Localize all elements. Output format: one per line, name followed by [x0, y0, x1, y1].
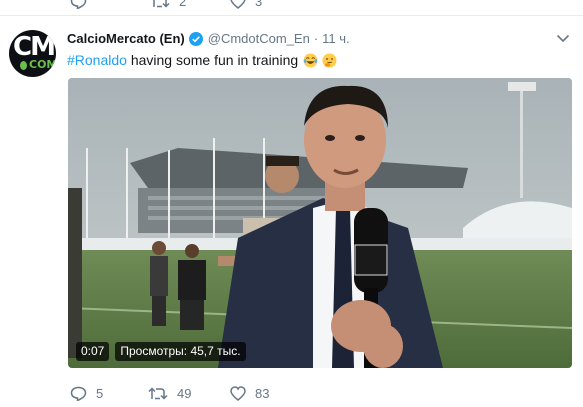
verified-badge-icon: [188, 31, 203, 46]
tweet-body-text: having some fun in training: [126, 52, 299, 68]
previous-retweet-count: 2: [179, 0, 187, 9]
reply-icon: [70, 0, 87, 9]
video-frame-image: [68, 78, 572, 368]
tweet-timestamp[interactable]: 11 ч.: [322, 31, 350, 46]
previous-like-button[interactable]: 3: [230, 0, 262, 9]
previous-like-count: 3: [255, 0, 263, 9]
retweet-button[interactable]: 49: [148, 386, 191, 401]
tweet-text: #Ronaldo having some fun in training: [67, 51, 337, 69]
header-separator: ·: [313, 31, 319, 46]
hashtag-link[interactable]: #Ronaldo: [67, 51, 127, 69]
laughing-emoji-icon: [303, 53, 318, 67]
reply-count: 5: [96, 386, 104, 401]
author-name[interactable]: CalcioMercato (En): [67, 31, 185, 46]
video-overlay: 0:07 Просмотры: 45,7 тыс.: [76, 342, 246, 361]
avatar-logo-dot: [20, 61, 27, 70]
previous-tweet-actions: 2 3: [0, 0, 583, 16]
previous-retweet-button[interactable]: 2: [150, 0, 186, 9]
video-duration-badge: 0:07: [76, 342, 110, 361]
video-views-badge: Просмотры: 45,7 тыс.: [115, 342, 246, 361]
avatar-logo-text: CM: [13, 32, 56, 62]
previous-reply-button[interactable]: [70, 0, 87, 9]
author-handle[interactable]: @CmdotCom_En: [208, 31, 310, 46]
like-icon: [230, 0, 246, 9]
author-avatar[interactable]: CM COM: [9, 30, 56, 77]
tweet-header: CalcioMercato (En) @CmdotCom_En · 11 ч.: [67, 31, 350, 46]
retweet-icon: [148, 387, 168, 400]
retweet-icon: [151, 0, 170, 8]
avatar-logo-subtext: COM: [29, 58, 56, 71]
tweet-actions: 5 49 83: [0, 382, 583, 407]
like-count: 83: [255, 386, 270, 401]
video-player[interactable]: [68, 78, 572, 368]
thinking-emoji-icon: [322, 53, 337, 67]
like-button[interactable]: 83: [230, 386, 269, 401]
reply-button[interactable]: 5: [70, 386, 103, 401]
retweet-count: 49: [177, 386, 192, 401]
reply-icon: [70, 386, 87, 401]
like-icon: [230, 386, 246, 401]
chevron-down-icon[interactable]: [556, 34, 570, 43]
